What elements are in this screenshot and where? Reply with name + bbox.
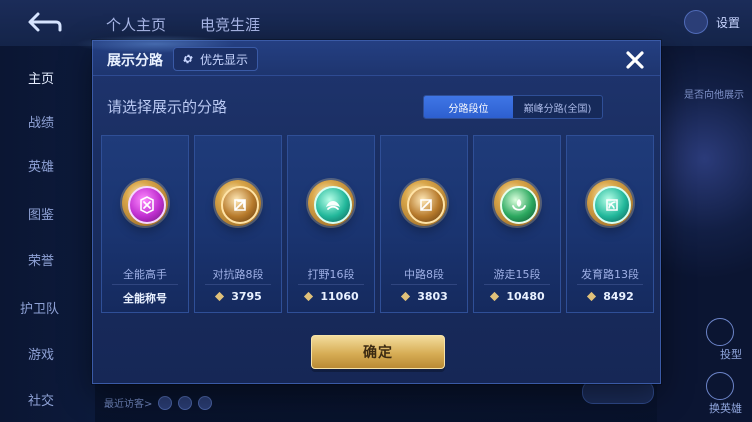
farm-lane-emblem-icon xyxy=(593,186,631,224)
sidebar-item-home[interactable]: 主页 xyxy=(28,68,54,87)
switch-hero-icon[interactable] xyxy=(706,372,734,400)
back-arrow-icon xyxy=(28,12,62,32)
visitor-avatar[interactable] xyxy=(178,395,193,410)
lane-score: 3795 xyxy=(231,290,262,303)
background-top-tabs: 个人主页 电竞生涯 xyxy=(106,14,260,35)
clash-lane-emblem-icon xyxy=(221,186,259,224)
rank-badge xyxy=(587,180,633,226)
lane-stat: 11060 xyxy=(288,290,374,303)
score-icon xyxy=(489,291,500,302)
visitor-avatar[interactable] xyxy=(198,395,213,410)
lane-score: 3803 xyxy=(417,290,448,303)
card-divider xyxy=(205,284,271,285)
lane-card-allrounder[interactable]: 全能高手 全能称号 xyxy=(101,135,189,313)
tab-esports-career[interactable]: 电竞生涯 xyxy=(200,14,260,35)
lane-cards: 全能高手 全能称号 对抗路8段 3795 打野16段 11060 中路8段 38… xyxy=(101,135,654,313)
lane-stat: 全能称号 xyxy=(102,290,188,306)
score-icon xyxy=(400,291,411,302)
lane-stat-text: 全能称号 xyxy=(123,292,167,305)
modal-title: 展示分路 xyxy=(107,53,163,69)
card-divider xyxy=(112,284,178,285)
choose-lane-prompt: 请选择展示的分路 xyxy=(107,98,228,116)
sidebar-item-guard-team[interactable]: 护卫队 xyxy=(20,298,59,317)
lane-score: 11060 xyxy=(320,290,359,303)
mini-avatar[interactable] xyxy=(683,10,708,34)
background-right-panel: 是否向他展示 投型 换英雄 xyxy=(657,46,752,422)
gear-icon xyxy=(183,54,193,64)
rank-badge xyxy=(122,180,168,226)
lane-card-clash[interactable]: 对抗路8段 3795 xyxy=(194,135,282,313)
sidebar-item-records[interactable]: 战绩 xyxy=(28,112,54,131)
ranking-type-switch: 分路段位 巅峰分路(全国) xyxy=(423,95,603,119)
close-button[interactable] xyxy=(622,47,648,73)
background-top-right: 设置 xyxy=(683,10,740,34)
lane-card-mid[interactable]: 中路8段 3803 xyxy=(380,135,468,313)
close-icon xyxy=(626,51,644,69)
confirm-button[interactable]: 确定 xyxy=(311,335,445,369)
lane-rank-text: 中路8段 xyxy=(404,268,444,281)
throw-icon[interactable] xyxy=(706,318,734,346)
recent-visitors: 最近访客> xyxy=(104,395,213,410)
switch-option-lane-rank[interactable]: 分路段位 xyxy=(424,96,513,118)
lane-card-jungle[interactable]: 打野16段 11060 xyxy=(287,135,375,313)
score-icon xyxy=(214,291,225,302)
background-sidebar: 主页 战绩 英雄 图鉴 荣誉 护卫队 游戏 社交 xyxy=(0,46,95,422)
throw-label: 投型 xyxy=(720,348,742,361)
lane-rank-text: 发育路13段 xyxy=(581,268,639,281)
lane-rank-text: 打野16段 xyxy=(307,268,355,281)
rank-badge xyxy=(308,180,354,226)
lane-stat: 3795 xyxy=(195,290,281,303)
lane-rank-text: 游走15段 xyxy=(493,268,541,281)
rank-badge xyxy=(215,180,261,226)
show-lane-modal: 展示分路 优先显示 请选择展示的分路 分路段位 巅峰分路(全国) 全能高手 全能… xyxy=(75,35,661,384)
card-divider xyxy=(298,284,364,285)
confirm-label: 确定 xyxy=(363,345,393,361)
modal-header: 展示分路 优先显示 xyxy=(75,35,660,76)
settings-link[interactable]: 设置 xyxy=(716,14,740,31)
lane-score: 8492 xyxy=(603,290,634,303)
lane-stat: 8492 xyxy=(567,290,653,303)
lane-rank-text: 全能高手 xyxy=(123,268,167,281)
card-divider xyxy=(484,284,550,285)
lane-stat: 3803 xyxy=(381,290,467,303)
tab-profile[interactable]: 个人主页 xyxy=(106,14,166,35)
card-divider xyxy=(577,284,643,285)
priority-display-label: 优先显示 xyxy=(200,52,249,67)
profile-screen: 个人主页 电竞生涯 设置 主页 战绩 英雄 图鉴 荣誉 护卫队 游戏 社交 是否… xyxy=(0,0,752,422)
back-button[interactable] xyxy=(24,10,64,34)
rank-badge xyxy=(494,180,540,226)
switch-option-peak-lane[interactable]: 巅峰分路(全国) xyxy=(513,96,602,118)
right-panel-text: 是否向他展示 xyxy=(684,90,744,101)
visitor-avatar[interactable] xyxy=(158,395,173,410)
jungle-emblem-icon xyxy=(314,186,352,224)
sidebar-item-codex[interactable]: 图鉴 xyxy=(28,204,54,223)
score-icon xyxy=(586,291,597,302)
lane-score: 10480 xyxy=(506,290,545,303)
score-icon xyxy=(303,291,314,302)
sidebar-item-honors[interactable]: 荣誉 xyxy=(28,250,54,269)
allrounder-emblem-icon xyxy=(128,186,166,224)
lane-card-farm[interactable]: 发育路13段 8492 xyxy=(566,135,654,313)
switch-hero-label: 换英雄 xyxy=(709,402,742,415)
roam-emblem-icon xyxy=(500,186,538,224)
mid-lane-emblem-icon xyxy=(407,186,445,224)
rank-badge xyxy=(401,180,447,226)
recent-visitors-label[interactable]: 最近访客> xyxy=(104,395,152,410)
priority-display-button[interactable]: 优先显示 xyxy=(173,47,259,71)
sidebar-item-games[interactable]: 游戏 xyxy=(28,344,54,363)
lane-card-roam[interactable]: 游走15段 10480 xyxy=(473,135,561,313)
lane-stat: 10480 xyxy=(474,290,560,303)
card-divider xyxy=(391,284,457,285)
sidebar-item-social[interactable]: 社交 xyxy=(28,390,54,409)
sidebar-item-heroes[interactable]: 英雄 xyxy=(28,156,54,175)
lane-rank-text: 对抗路8段 xyxy=(212,268,264,281)
